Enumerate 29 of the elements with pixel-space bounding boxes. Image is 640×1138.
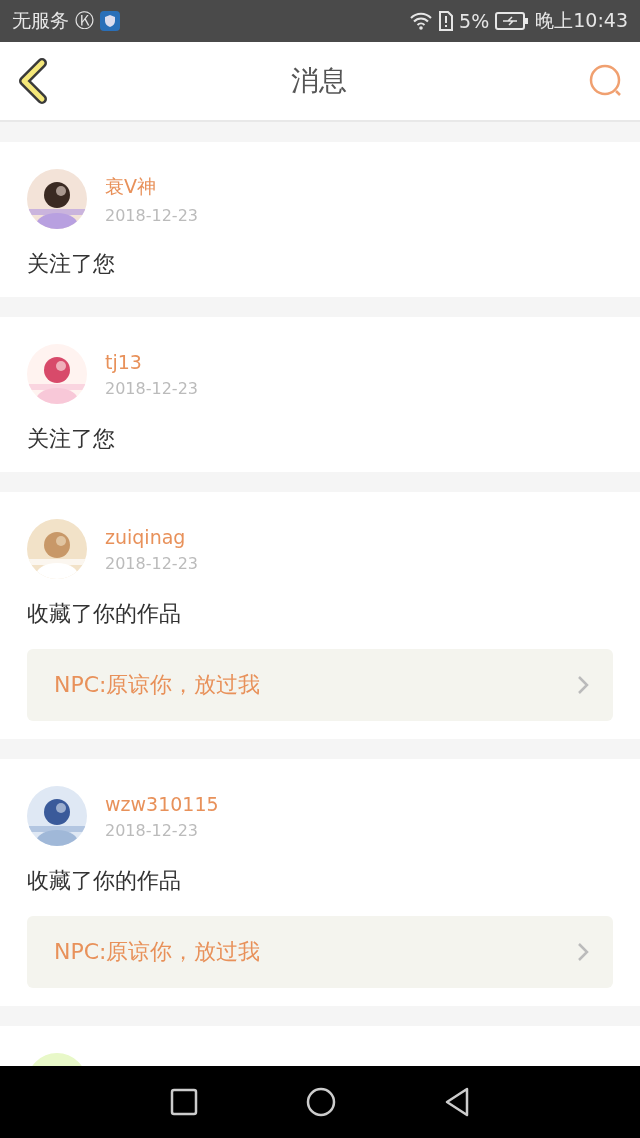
wifi-icon [409,11,434,31]
message-text: 关注了您 [27,425,116,453]
home-icon[interactable] [306,1087,336,1117]
message-date: 2018-12-23 [105,378,198,398]
shield-icon [100,11,120,31]
message-date: 2018-12-23 [105,205,198,225]
message-text: 收藏了你的作品 [27,867,182,895]
sim-alert-icon [439,11,454,31]
battery-icon [495,12,530,30]
clock-text: 晚上10:43 [535,8,628,33]
page-title: 消息 [291,63,347,99]
message-date: 2018-12-23 [105,820,199,840]
user-name[interactable]: 衰V神 [105,173,198,200]
message-text: 关注了您 [27,250,116,278]
carrier-text: 无服务 [12,8,69,33]
back-icon[interactable] [16,58,50,104]
work-link[interactable]: NPC:原谅你，放过我 [27,916,613,988]
carrier-symbol: Ⓚ [75,8,94,33]
chevron-icon [577,675,589,695]
user-name[interactable]: zuiqinag [105,525,198,548]
work-link[interactable]: NPC:原谅你，放过我 [27,649,613,721]
chevron-icon [577,942,589,962]
message-date: 2018-12-23 [105,553,198,573]
user-name[interactable]: wzw310115 [105,792,219,815]
recent-apps-icon[interactable] [170,1088,198,1116]
message-text: 收藏了你的作品 [27,600,182,628]
battery-percent: 5% [459,10,490,32]
user-name[interactable]: tj13 [105,350,198,373]
back-nav-icon[interactable] [444,1087,470,1117]
